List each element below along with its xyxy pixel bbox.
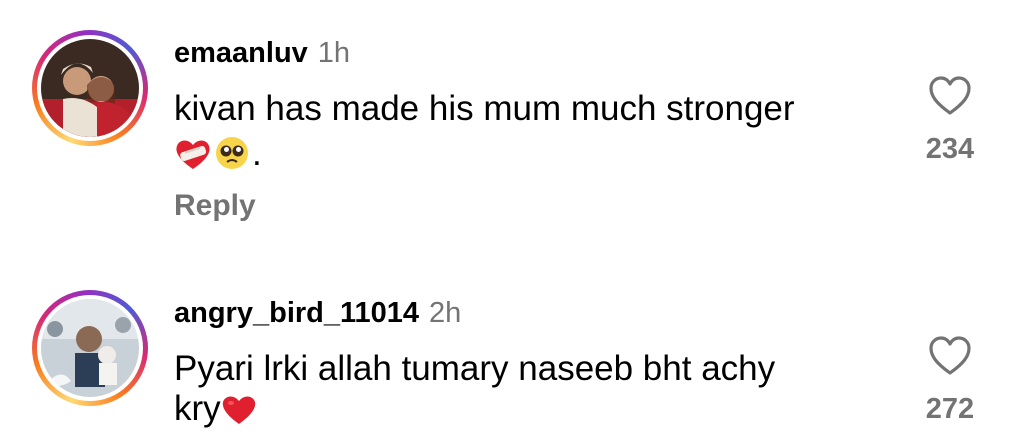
comment-item: ~ angry_bird_11014 2h Pyari lrki allah tu… (0, 260, 1024, 445)
comment-text-line: Pyari lrki allah tumary naseeb bht achy (174, 349, 776, 388)
comment-text-line: kivan has made his mum much stronger (174, 89, 795, 128)
reply-button[interactable]: Reply (174, 188, 256, 224)
avatar-border (37, 35, 143, 141)
comment-text-suffix: . (252, 134, 262, 173)
red-heart-emoji (221, 392, 257, 438)
comment-header: emaanluv 1h (174, 36, 350, 70)
like-count: 234 (925, 133, 975, 165)
comment-time: 1h (317, 37, 351, 69)
avatar-photo: ~ (41, 299, 139, 397)
comment-text-line: . (174, 134, 795, 180)
avatar[interactable] (32, 30, 148, 146)
avatar[interactable]: ~ (32, 290, 148, 406)
comment-text-line: kry (174, 386, 775, 438)
comment-text: kivan has made his mum much stronger . (174, 86, 795, 180)
username[interactable]: emaanluv (174, 37, 308, 69)
comment-text-word: kry (174, 389, 221, 428)
svg-text:~: ~ (53, 381, 61, 392)
comment-time: 2h (429, 297, 462, 329)
comment-item: emaanluv 1h kivan has made his mum much s… (0, 0, 1024, 240)
comment-text: Pyari lrki allah tumary naseeb bht achy … (174, 346, 775, 438)
avatar-photo (41, 39, 139, 137)
heart-outline-icon[interactable] (928, 336, 972, 376)
mending-heart-emoji (174, 137, 212, 180)
like-count: 272 (925, 393, 975, 425)
comment-header: angry_bird_11014 2h (174, 296, 461, 330)
avatar-border: ~ (37, 295, 143, 401)
pleading-face-emoji (214, 135, 250, 180)
heart-outline-icon[interactable] (928, 76, 972, 116)
username[interactable]: angry_bird_11014 (174, 297, 419, 329)
